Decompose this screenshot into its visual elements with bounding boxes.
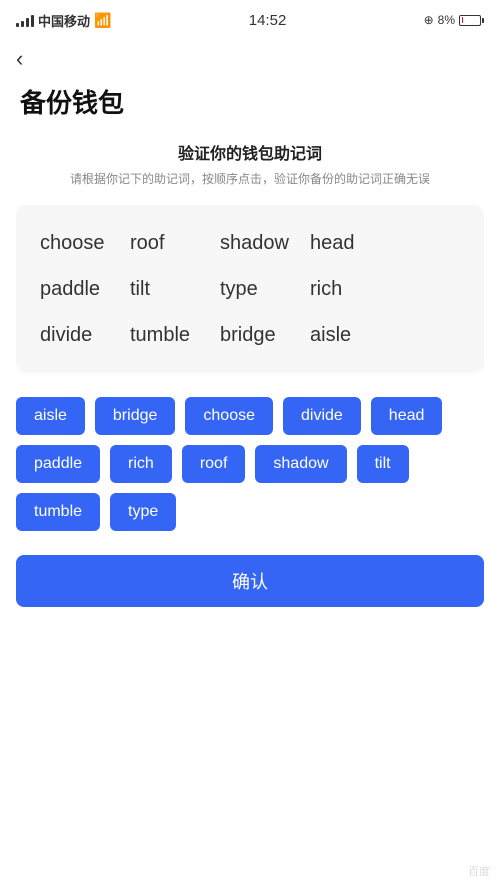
display-word: tumble: [130, 317, 220, 353]
word-display-box: chooseroofshadowhead paddletilttyperich di…: [16, 205, 484, 373]
display-word: divide: [40, 317, 130, 353]
display-word: head: [310, 225, 400, 261]
location-icon: ⊕: [424, 13, 434, 27]
word-chip[interactable]: head: [371, 397, 443, 435]
word-chip[interactable]: tilt: [357, 445, 409, 483]
clock: 14:52: [249, 12, 287, 29]
word-chip[interactable]: roof: [182, 445, 246, 483]
display-word: shadow: [220, 225, 310, 261]
display-word: tilt: [130, 271, 220, 307]
word-chip[interactable]: paddle: [16, 445, 100, 483]
carrier-signal: 中国移动 📶: [16, 11, 111, 30]
section-title: 验证你的钱包助记词: [0, 140, 500, 164]
section-subtitle: 请根据你记下的助记词，按顺序点击，验证你备份的助记词正确无误: [0, 170, 500, 189]
word-chip[interactable]: bridge: [95, 397, 175, 435]
word-chip[interactable]: rich: [110, 445, 172, 483]
display-words: chooseroofshadowhead paddletilttyperich di…: [40, 225, 460, 353]
back-button[interactable]: ‹: [0, 40, 39, 75]
word-chip[interactable]: type: [110, 493, 176, 531]
display-word: bridge: [220, 317, 310, 353]
word-chip[interactable]: tumble: [16, 493, 100, 531]
back-arrow-icon: ‹: [16, 46, 23, 71]
signal-icon: [16, 13, 34, 27]
battery-area: ⊕ 8%: [424, 13, 484, 27]
display-word: paddle: [40, 271, 130, 307]
display-word: type: [220, 271, 310, 307]
display-word: choose: [40, 225, 130, 261]
battery-percent: 8%: [438, 13, 455, 27]
word-chip[interactable]: aisle: [16, 397, 85, 435]
watermark: 百度: [468, 863, 490, 879]
page-title: 备份钱包: [0, 75, 500, 140]
display-word: aisle: [310, 317, 400, 353]
status-bar: 中国移动 📶 14:52 ⊕ 8%: [0, 0, 500, 40]
display-word: rich: [310, 271, 400, 307]
display-word: roof: [130, 225, 220, 261]
confirm-button[interactable]: 确认: [16, 555, 484, 607]
carrier-label: 中国移动: [38, 11, 90, 30]
word-chips-area[interactable]: aisle bridge choose divide head paddle richroo…: [16, 397, 484, 531]
wifi-icon: 📶: [94, 12, 111, 29]
battery-icon: [459, 15, 484, 26]
word-chip[interactable]: divide: [283, 397, 361, 435]
word-chip[interactable]: choose: [185, 397, 273, 435]
word-chip[interactable]: shadow: [255, 445, 346, 483]
